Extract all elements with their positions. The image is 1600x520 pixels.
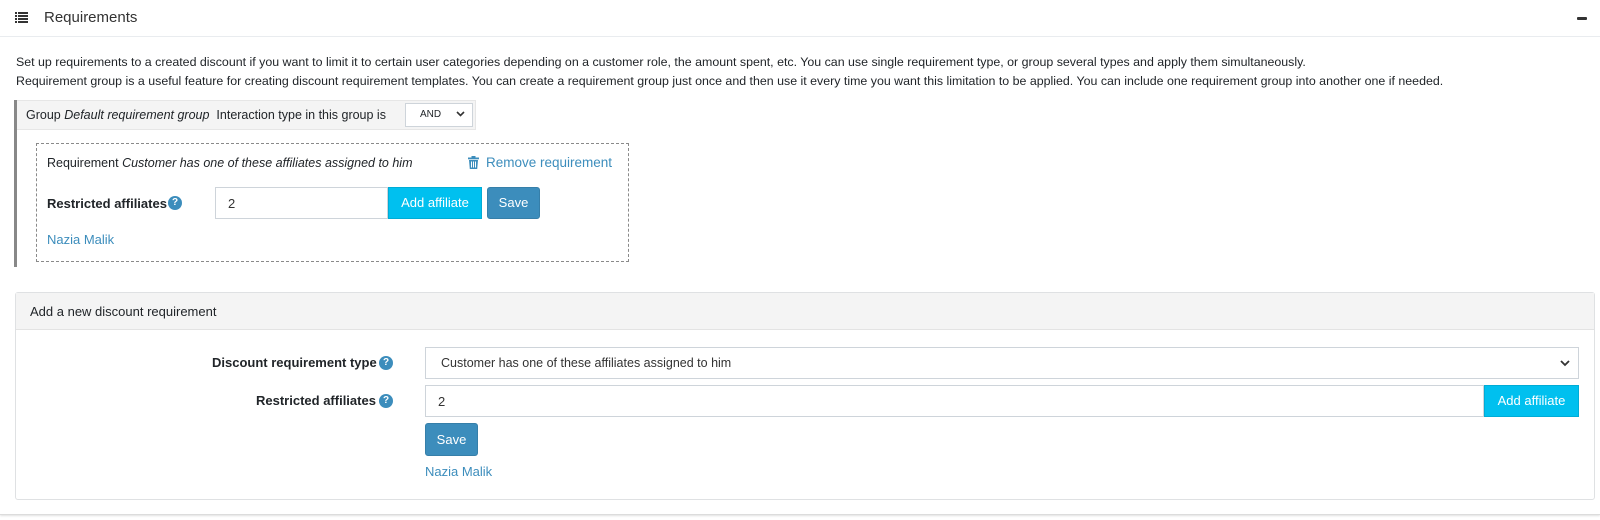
group-name: Default requirement group	[64, 108, 210, 122]
remove-requirement-link[interactable]: Remove requirement	[486, 155, 612, 170]
requirement-name: Customer has one of these affiliates ass…	[122, 156, 413, 170]
discount-requirement-type-label: Discount requirement type	[212, 355, 377, 370]
affiliate-link[interactable]: Nazia Malik	[425, 464, 492, 479]
group-header: Group Default requirement group Interact…	[17, 100, 476, 130]
save-button[interactable]: Save	[487, 187, 540, 219]
discount-requirement-type-value: Customer has one of these affiliates ass…	[441, 356, 732, 370]
interaction-type-select[interactable]: AND	[405, 103, 473, 127]
description-line-1: Set up requirements to a created discoun…	[16, 55, 1306, 69]
add-affiliate-button[interactable]: Add affiliate	[388, 187, 482, 219]
restricted-affiliates-label: Restricted affiliates	[47, 196, 167, 211]
help-icon[interactable]: ?	[379, 356, 393, 370]
add-requirement-header: Add a new discount requirement	[16, 293, 1594, 330]
chevron-down-icon	[1560, 360, 1570, 367]
card-title: Requirements	[44, 9, 138, 26]
minus-icon[interactable]	[1577, 17, 1587, 20]
requirements-card: Requirements Set up requirements to a cr…	[0, 0, 1600, 515]
help-icon[interactable]: ?	[168, 196, 182, 210]
restricted-affiliates-label: Restricted affiliates	[256, 393, 376, 408]
add-requirement-title: Add a new discount requirement	[30, 304, 217, 319]
interaction-type-value: AND	[420, 109, 442, 120]
trash-icon[interactable]	[468, 156, 479, 169]
description-line-2: Requirement group is a useful feature fo…	[16, 74, 1444, 88]
help-icon[interactable]: ?	[379, 394, 393, 408]
discount-requirement-type-select[interactable]: Customer has one of these affiliates ass…	[425, 347, 1579, 379]
list-icon	[15, 12, 28, 23]
group-label: Group Default requirement group Interact…	[26, 108, 386, 122]
add-affiliate-button[interactable]: Add affiliate	[1484, 385, 1579, 417]
affiliate-link[interactable]: Nazia Malik	[47, 232, 114, 247]
group-prefix: Group	[26, 108, 61, 122]
restricted-affiliates-input[interactable]: 2	[215, 187, 388, 219]
interaction-label: Interaction type in this group is	[216, 108, 386, 122]
card-header[interactable]: Requirements	[0, 0, 1600, 37]
requirement-prefix: Requirement	[47, 156, 119, 170]
save-button[interactable]: Save	[425, 423, 478, 456]
requirement-box: Requirement Customer has one of these af…	[36, 143, 629, 262]
chevron-down-icon	[456, 111, 465, 117]
requirement-title: Requirement Customer has one of these af…	[47, 156, 413, 170]
restricted-affiliates-input[interactable]: 2	[425, 385, 1484, 417]
